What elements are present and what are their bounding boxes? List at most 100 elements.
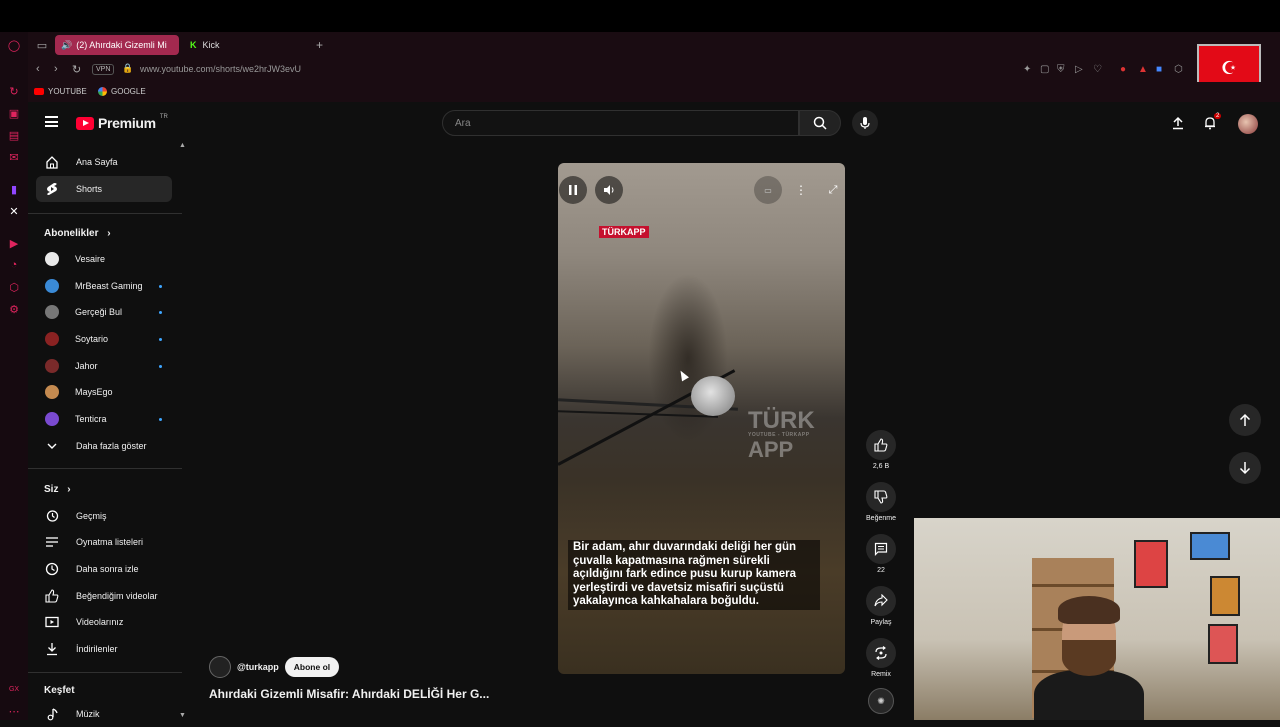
shield-icon[interactable]: ⛨ — [1057, 64, 1065, 75]
tab-list-icon[interactable]: ▭ — [35, 38, 49, 52]
logo-country: TR — [159, 114, 168, 120]
original-sound-button[interactable]: ✺ — [868, 688, 894, 714]
next-short-button[interactable] — [1229, 452, 1261, 484]
twitch-icon[interactable]: ▮ — [7, 182, 21, 196]
shorts-video-player[interactable]: ▭ ⋮ ⤢ TÜRKAPP TÜRK YOUTUBE - TÜRKAPP APP… — [558, 163, 845, 674]
reload-icon[interactable]: ↻ — [72, 63, 81, 76]
settings-icon[interactable]: ⚙ — [7, 302, 21, 316]
sidebar-item-home[interactable]: Ana Sayfa — [36, 149, 172, 175]
puzzle-icon[interactable]: ⬡ — [1174, 64, 1183, 75]
arrow-up-icon — [1239, 413, 1251, 426]
menu-icon[interactable] — [45, 116, 58, 127]
translate-icon[interactable]: ■ — [1156, 64, 1162, 75]
youtube-header: Premium TR Ara 2 — [28, 102, 1280, 144]
play-icon[interactable]: ▷ — [1075, 64, 1083, 75]
video-title[interactable]: Ahırdaki Gizemli Misafir: Ahırdaki DELİĞ… — [209, 687, 489, 701]
sidebar-item-music[interactable]: Müzik — [36, 701, 172, 727]
share-button[interactable] — [866, 586, 896, 616]
show-more-button[interactable]: Daha fazla göster — [36, 433, 172, 459]
downloads-icon — [44, 641, 60, 657]
extension-alert-icon[interactable]: ▲ — [1138, 64, 1148, 75]
brand-logo: TÜRKAPP — [599, 226, 649, 238]
extensions-icon[interactable]: ⬡ — [7, 280, 21, 294]
pin-icon[interactable]: ✦ — [1023, 64, 1031, 75]
clock-icon[interactable]: ◔ — [7, 258, 21, 272]
more-options-button[interactable]: ⋮ — [787, 176, 815, 204]
sidebar-item-soytario[interactable]: Soytario — [36, 326, 172, 352]
forward-icon[interactable]: › — [54, 63, 58, 75]
vpn-badge[interactable]: VPN — [92, 64, 115, 75]
fullscreen-button[interactable]: ⤢ — [819, 176, 845, 204]
sidebar-item-tenticra[interactable]: Tenticra — [36, 406, 172, 432]
watermark-main: TÜRK — [748, 407, 815, 434]
search-input[interactable]: Ara — [442, 110, 799, 136]
x-icon[interactable]: ✕ — [7, 204, 21, 218]
volume-button[interactable] — [595, 176, 623, 204]
gx-icon[interactable]: GX — [7, 682, 21, 696]
scroll-up-icon[interactable]: ▲ — [179, 142, 186, 149]
bag-icon[interactable]: ▣ — [7, 106, 21, 120]
channel-avatar — [45, 412, 59, 426]
opera-logo-icon[interactable]: ◯ — [7, 38, 21, 52]
avatar[interactable] — [1238, 114, 1258, 134]
sidebar-item-mrbeast-gaming[interactable]: MrBeast Gaming — [36, 273, 172, 299]
pause-button[interactable] — [559, 176, 587, 204]
heart-icon[interactable]: ♡ — [1093, 64, 1102, 75]
youtube-premium-logo[interactable]: Premium TR — [76, 114, 168, 131]
mail-icon[interactable]: ✉ — [7, 150, 21, 164]
sidebar-item-gercegi-bul[interactable]: Gerçeği Bul — [36, 299, 172, 325]
bookmark-youtube[interactable]: YOUTUBE — [34, 87, 87, 96]
sidebar-item-your-videos[interactable]: Videolarınız — [36, 609, 172, 635]
voice-search-button[interactable] — [852, 110, 878, 136]
tab-kick[interactable]: K Kick — [184, 35, 294, 55]
comments-button[interactable] — [866, 534, 896, 564]
note-icon[interactable]: ▤ — [7, 128, 21, 142]
webcam-overlay — [914, 518, 1280, 720]
sidebar-item-label: Soytario — [75, 334, 109, 344]
sidebar-item-maysego[interactable]: MaysEgo — [36, 379, 172, 405]
channel-name[interactable]: @turkapp — [237, 662, 279, 672]
you-heading[interactable]: Siz › — [44, 484, 71, 495]
new-content-dot — [159, 284, 162, 288]
dislike-button[interactable] — [866, 482, 896, 512]
sidebar-item-downloads[interactable]: İndirilenler — [36, 636, 172, 662]
subscriptions-heading[interactable]: Abonelikler › — [44, 228, 111, 239]
search-button[interactable] — [799, 110, 841, 136]
sidebar-item-label: Videolarınız — [76, 617, 124, 627]
explore-title: Keşfet — [44, 685, 75, 696]
url-field[interactable]: www.youtube.com/shorts/we2hrJW3evU — [140, 64, 301, 74]
share-icon — [874, 594, 888, 607]
top-strip — [0, 0, 1280, 32]
remix-button[interactable] — [866, 638, 896, 668]
scroll-down-icon[interactable]: ▼ — [179, 712, 186, 719]
sidebar-item-shorts[interactable]: Shorts — [36, 176, 172, 202]
previous-short-button[interactable] — [1229, 404, 1261, 436]
sidebar-item-label: Shorts — [76, 184, 103, 194]
new-content-dot — [159, 417, 162, 421]
captions-button[interactable]: ▭ — [754, 176, 782, 204]
aria-icon[interactable]: ↻ — [7, 84, 21, 98]
sidebar-item-liked-videos[interactable]: Beğendiğim videolar — [36, 583, 172, 609]
kick-icon: K — [190, 40, 197, 50]
sidebar-item-history[interactable]: Geçmiş — [36, 503, 172, 529]
sidebar-item-jahor[interactable]: Jahor — [36, 353, 172, 379]
divider — [28, 468, 182, 469]
more-icon[interactable]: ⋯ — [7, 704, 21, 718]
sidebar-item-watch-later[interactable]: Daha sonra izle — [36, 556, 172, 582]
channel-avatar[interactable] — [209, 656, 231, 678]
like-button[interactable] — [866, 430, 896, 460]
subscribe-button[interactable]: Abone ol — [284, 657, 340, 677]
extension-red-icon[interactable]: ● — [1120, 64, 1126, 75]
play-circle-icon[interactable]: ▶ — [7, 236, 21, 250]
back-icon[interactable]: ‹ — [36, 63, 40, 75]
chevron-down-icon — [44, 438, 60, 454]
bookmark-google[interactable]: GOOGLE — [98, 87, 146, 96]
tab-youtube[interactable]: 🔊 (2) Ahırdaki Gizemli Mi — [55, 35, 179, 55]
video-caption: Bir adam, ahır duvarındaki deliği her gü… — [568, 540, 820, 610]
new-tab-button[interactable]: + — [310, 35, 326, 55]
sidebar-item-vesaire[interactable]: Vesaire — [36, 246, 172, 272]
upload-button[interactable] — [1169, 114, 1187, 132]
screenshot-icon[interactable]: ▢ — [1040, 64, 1049, 75]
lock-icon[interactable]: 🔒 — [122, 63, 133, 74]
sidebar-item-playlists[interactable]: Oynatma listeleri — [36, 529, 172, 555]
